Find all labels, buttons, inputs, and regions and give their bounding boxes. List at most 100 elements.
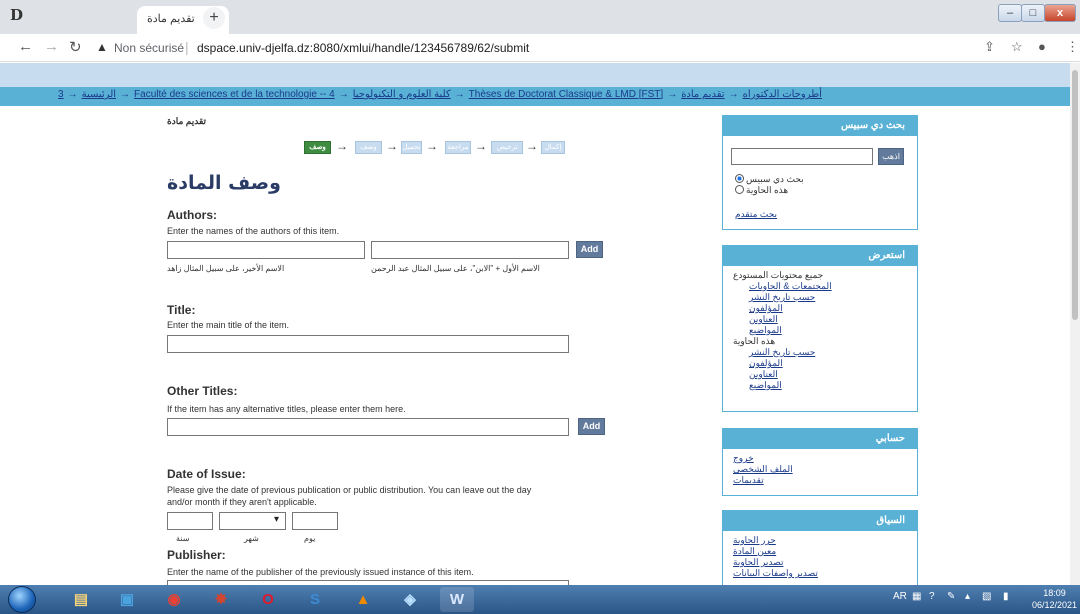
browser-toolbar: ← → ↻ ▲ Non sécurisé | dspace.univ-djelf… — [0, 34, 1080, 62]
file-explorer-icon[interactable]: ▤ — [64, 587, 98, 612]
address-bar[interactable]: ▲ Non sécurisé | dspace.univ-djelfa.dz:8… — [92, 37, 972, 59]
breadcrumb-item[interactable]: أطروحات الدكتوراه — [743, 89, 822, 100]
new-tab-button[interactable]: + — [203, 7, 225, 29]
app-swirl-icon[interactable]: S — [298, 587, 332, 612]
step-describe-active[interactable]: وصف — [304, 141, 331, 154]
month-select[interactable]: ▾ — [219, 512, 286, 530]
day-hint: يوم — [304, 534, 316, 543]
clock-time: 18:09 — [1043, 588, 1066, 598]
breadcrumb-item[interactable]: [FST] Thèses de Doctorat Classique & LMD — [469, 89, 664, 100]
browse-link[interactable]: العناوين — [749, 369, 911, 380]
author-last-name-input[interactable] — [167, 241, 365, 259]
other-titles-input[interactable] — [167, 418, 569, 436]
window-close-button[interactable]: x — [1044, 4, 1076, 22]
profile-icon[interactable]: ● — [1038, 39, 1046, 54]
breadcrumb-item[interactable]: Faculté des sciences et de la technologi… — [134, 89, 335, 100]
context-link[interactable]: تصدير الحاوية — [733, 557, 911, 568]
breadcrumb-item[interactable]: الرئيسية — [82, 89, 116, 100]
add-author-button[interactable]: Add — [576, 241, 603, 258]
network-icon[interactable]: ▧ — [982, 591, 991, 602]
clock-date: 06/12/2021 — [1032, 600, 1078, 610]
browse-link[interactable]: المواضيع — [749, 380, 911, 391]
back-icon[interactable]: ← — [18, 38, 33, 55]
window-minimize-button[interactable]: – — [998, 4, 1022, 22]
browse-link[interactable]: حسب تاريخ النشر — [749, 347, 911, 358]
keyboard-icon[interactable]: ▦ — [912, 591, 921, 602]
word-icon[interactable]: W — [440, 587, 474, 612]
vlc-icon[interactable]: ▲ — [346, 587, 380, 612]
title-help: Enter the main title of the item. — [167, 320, 290, 330]
scrollbar-thumb[interactable] — [1072, 70, 1078, 320]
title-label: Title: — [167, 303, 196, 317]
day-input[interactable] — [292, 512, 338, 530]
menu-icon[interactable]: ⋮ — [1066, 39, 1079, 55]
advanced-search-link[interactable]: بحث متقدم — [735, 209, 777, 220]
share-icon[interactable]: ⇪ — [984, 39, 995, 55]
help-icon[interactable]: ? — [929, 591, 935, 602]
radio-icon[interactable] — [735, 185, 744, 194]
not-secure-label[interactable]: Non sécurisé — [114, 41, 184, 55]
account-panel-title: حسابي — [723, 429, 917, 449]
app-icon[interactable]: ✸ — [204, 587, 238, 612]
vpn-icon[interactable]: ◈ — [393, 587, 427, 612]
breadcrumb-item[interactable]: 3 — [58, 89, 64, 100]
tray-arrow-icon[interactable]: ▴ — [965, 591, 970, 602]
context-link[interactable]: حرر الحاوية — [733, 535, 911, 546]
browse-link[interactable]: المؤلفون — [749, 303, 911, 314]
breadcrumb-item[interactable]: تقديم مادة — [681, 89, 724, 100]
step-review[interactable]: مراجعة — [445, 141, 471, 154]
opera-icon[interactable]: O — [251, 587, 285, 612]
chrome-icon[interactable]: ◉ — [157, 587, 191, 612]
star-icon[interactable]: ☆ — [1011, 39, 1023, 55]
language-indicator[interactable]: AR — [893, 591, 907, 602]
search-all-label: بحث دي سبيس — [746, 174, 804, 184]
browse-link[interactable]: العناوين — [749, 314, 911, 325]
window-maximize-button[interactable]: □ — [1021, 4, 1045, 22]
system-clock[interactable]: 18:09 06/12/2021 — [1032, 587, 1077, 611]
step-upload[interactable]: تحميل — [401, 141, 422, 154]
publisher-label: Publisher: — [167, 548, 226, 562]
reload-icon[interactable]: ↻ — [69, 38, 82, 56]
browse-link[interactable]: حسب تاريخ النشر — [749, 292, 911, 303]
context-link[interactable]: معين المادة — [733, 546, 911, 557]
search-panel: بحث دي سبيس اذهب بحث دي سبيس هذه الحاوية… — [722, 115, 918, 230]
windows-taskbar: ▤ ▣ ◉ ✸ O S ▲ ◈ W AR ▦ ? ✎ ▴ ▧ ▮ 18:09 0… — [0, 585, 1080, 614]
chevron-down-icon: ▾ — [273, 514, 279, 525]
title-input[interactable] — [167, 335, 569, 353]
step-license[interactable]: ترخيص — [491, 141, 523, 154]
media-player-icon[interactable]: ▣ — [110, 587, 144, 612]
search-collection-option[interactable]: هذه الحاوية — [735, 185, 788, 196]
context-link[interactable]: تصدير واصفات البيانات — [733, 568, 911, 579]
page-header-band — [0, 63, 1080, 87]
search-go-button[interactable]: اذهب — [878, 148, 904, 165]
profile-link[interactable]: الملف الشخصي — [733, 464, 911, 475]
author-first-name-input[interactable] — [371, 241, 569, 259]
browse-panel: استعرض جميع محتويات المستودع المجتمعات &… — [722, 245, 918, 412]
account-panel: حسابي خروج الملف الشخصي تقديمات — [722, 428, 918, 496]
search-all-option[interactable]: بحث دي سبيس — [735, 174, 804, 185]
search-input[interactable] — [731, 148, 873, 165]
browse-panel-title: استعرض — [723, 246, 917, 266]
browse-link[interactable]: المجتمعات & الحاويات — [749, 281, 911, 292]
step-describe[interactable]: وصف — [355, 141, 382, 154]
submissions-link[interactable]: تقديمات — [733, 475, 911, 486]
url-text[interactable]: dspace.univ-djelfa.dz:8080/xmlui/handle/… — [197, 41, 529, 55]
browse-link[interactable]: المؤلفون — [749, 358, 911, 369]
step-arrow: → — [475, 139, 487, 153]
logout-link[interactable]: خروج — [733, 453, 911, 464]
browse-link[interactable]: المواضيع — [749, 325, 911, 336]
warning-icon[interactable]: ▲ — [96, 40, 108, 54]
year-input[interactable] — [167, 512, 213, 530]
browse-all-heading: جميع محتويات المستودع — [733, 270, 824, 280]
step-arrow: → — [426, 139, 438, 153]
breadcrumb: أطروحات الدكتوراه→تقديم مادة→[FST] Thèse… — [0, 89, 1080, 103]
start-button[interactable] — [8, 586, 36, 613]
battery-icon[interactable]: ▮ — [1003, 591, 1009, 602]
radio-selected-icon[interactable] — [735, 174, 744, 183]
breadcrumb-item[interactable]: كلية العلوم و التكنولوجيا — [353, 89, 451, 100]
pen-icon[interactable]: ✎ — [947, 591, 955, 602]
step-complete[interactable]: إكمال — [541, 141, 565, 154]
breadcrumb-arrow: → — [454, 89, 465, 100]
forward-icon[interactable]: → — [44, 38, 59, 55]
add-other-title-button[interactable]: Add — [578, 418, 605, 435]
